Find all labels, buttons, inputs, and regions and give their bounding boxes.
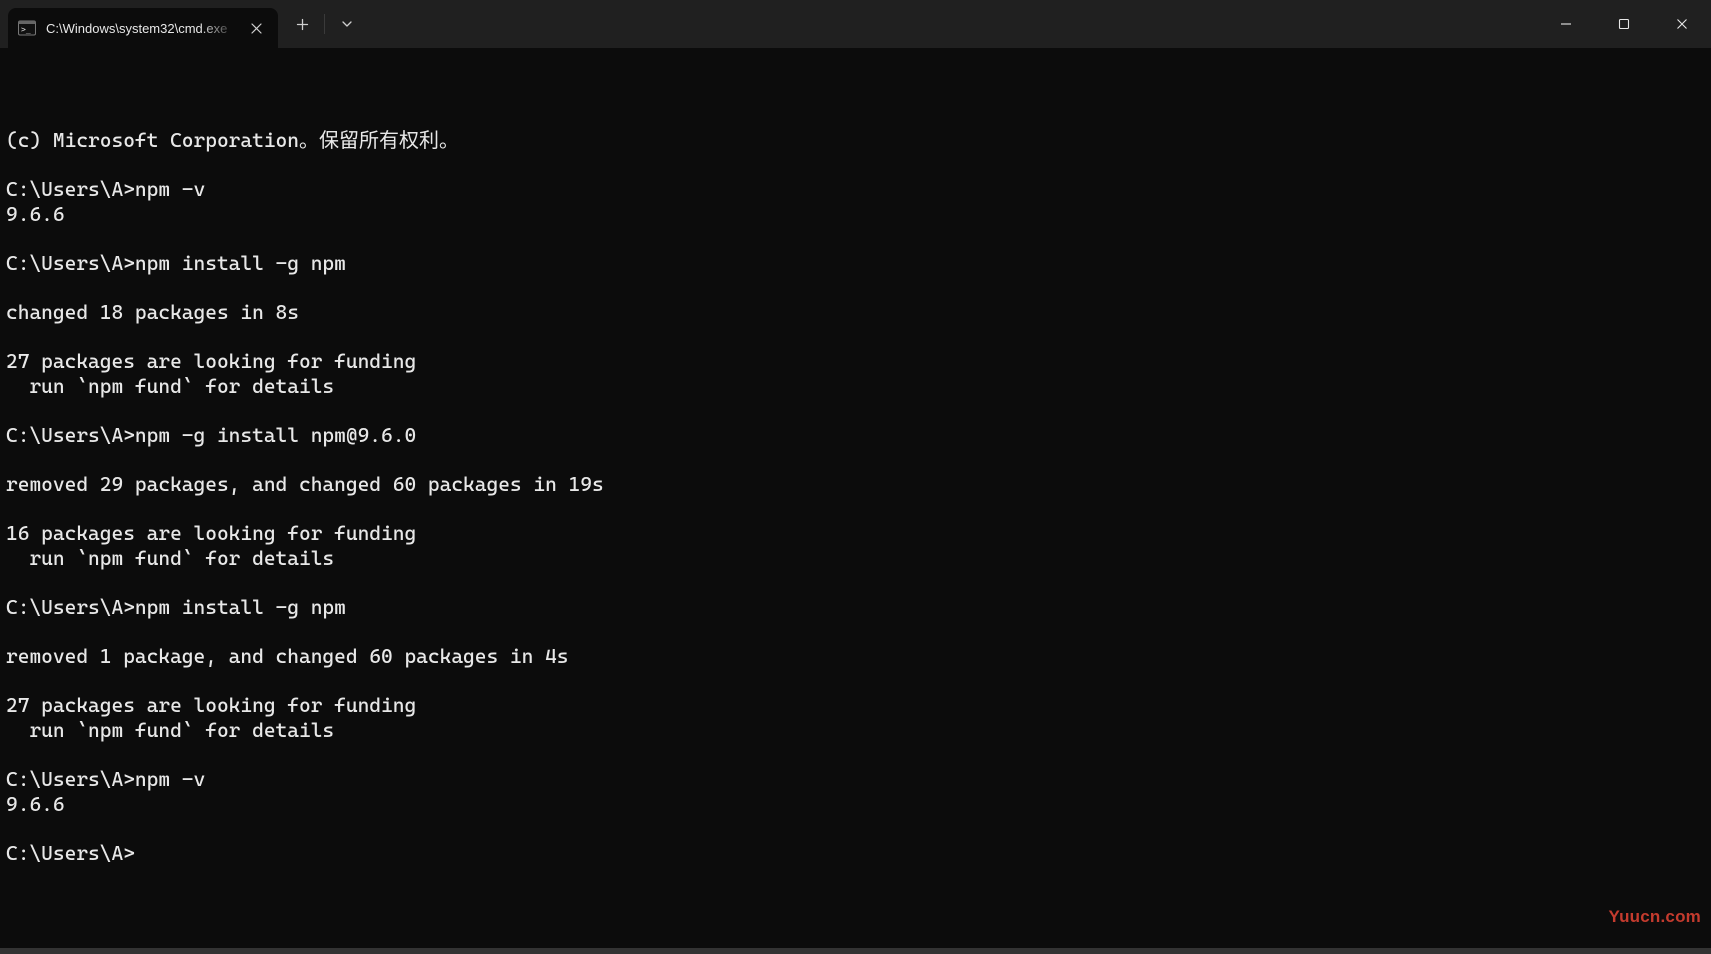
- terminal-line: 9.6.6: [6, 202, 1705, 227]
- chevron-down-icon: [341, 18, 353, 30]
- new-tab-button[interactable]: [282, 4, 322, 44]
- close-icon: [1676, 18, 1688, 30]
- close-tab-icon[interactable]: [248, 20, 264, 36]
- terminal-line: 16 packages are looking for funding: [6, 521, 1705, 546]
- terminal-line: [6, 398, 1705, 423]
- plus-icon: [296, 18, 309, 31]
- titlebar-drag-area[interactable]: [367, 0, 1537, 48]
- terminal-line: [6, 325, 1705, 350]
- terminal-line: removed 1 package, and changed 60 packag…: [6, 644, 1705, 669]
- maximize-button[interactable]: [1595, 0, 1653, 48]
- terminal-line: C:\Users\A>npm -v: [6, 177, 1705, 202]
- terminal-line: [6, 226, 1705, 251]
- titlebar: >_ C:\Windows\system32\cmd.exe: [0, 0, 1711, 48]
- terminal-line: 9.6.6: [6, 792, 1705, 817]
- terminal-line: run `npm fund` for details: [6, 546, 1705, 571]
- minimize-button[interactable]: [1537, 0, 1595, 48]
- terminal-line: removed 29 packages, and changed 60 pack…: [6, 472, 1705, 497]
- close-window-button[interactable]: [1653, 0, 1711, 48]
- maximize-icon: [1618, 18, 1630, 30]
- terminal-line: C:\Users\A>npm install -g npm: [6, 595, 1705, 620]
- tabs-area: >_ C:\Windows\system32\cmd.exe: [0, 0, 278, 48]
- terminal-output[interactable]: (c) Microsoft Corporation。保留所有权利。 C:\Use…: [0, 48, 1711, 948]
- window-controls: [1537, 0, 1711, 48]
- terminal-line: 27 packages are looking for funding: [6, 693, 1705, 718]
- terminal-line: C:\Users\A>: [6, 841, 1705, 866]
- terminal-line: 27 packages are looking for funding: [6, 349, 1705, 374]
- terminal-line: [6, 570, 1705, 595]
- terminal-line: [6, 275, 1705, 300]
- bottom-strip: [0, 948, 1711, 954]
- terminal-line: C:\Users\A>npm -v: [6, 767, 1705, 792]
- watermark: Yuucn.com: [1609, 905, 1702, 930]
- terminal-line: [6, 152, 1705, 177]
- svg-text:>_: >_: [21, 25, 31, 34]
- cmd-icon: >_: [18, 19, 36, 37]
- tab-dropdown-button[interactable]: [327, 4, 367, 44]
- terminal-line: [6, 743, 1705, 768]
- terminal-line: [6, 497, 1705, 522]
- terminal-line: [6, 620, 1705, 645]
- terminal-line: [6, 816, 1705, 841]
- terminal-line: run `npm fund` for details: [6, 374, 1705, 399]
- tab-controls-divider: [324, 14, 325, 34]
- tab-controls: [282, 0, 367, 48]
- terminal-line: [6, 669, 1705, 694]
- terminal-line: [6, 448, 1705, 473]
- terminal-line: run `npm fund` for details: [6, 718, 1705, 743]
- tab-title: C:\Windows\system32\cmd.exe: [46, 21, 238, 36]
- terminal-line: (c) Microsoft Corporation。保留所有权利。: [6, 128, 1705, 153]
- terminal-window: >_ C:\Windows\system32\cmd.exe: [0, 0, 1711, 954]
- terminal-line: C:\Users\A>npm -g install npm@9.6.0: [6, 423, 1705, 448]
- terminal-line: C:\Users\A>npm install -g npm: [6, 251, 1705, 276]
- minimize-icon: [1560, 18, 1572, 30]
- terminal-line: changed 18 packages in 8s: [6, 300, 1705, 325]
- tab-cmd[interactable]: >_ C:\Windows\system32\cmd.exe: [8, 8, 278, 48]
